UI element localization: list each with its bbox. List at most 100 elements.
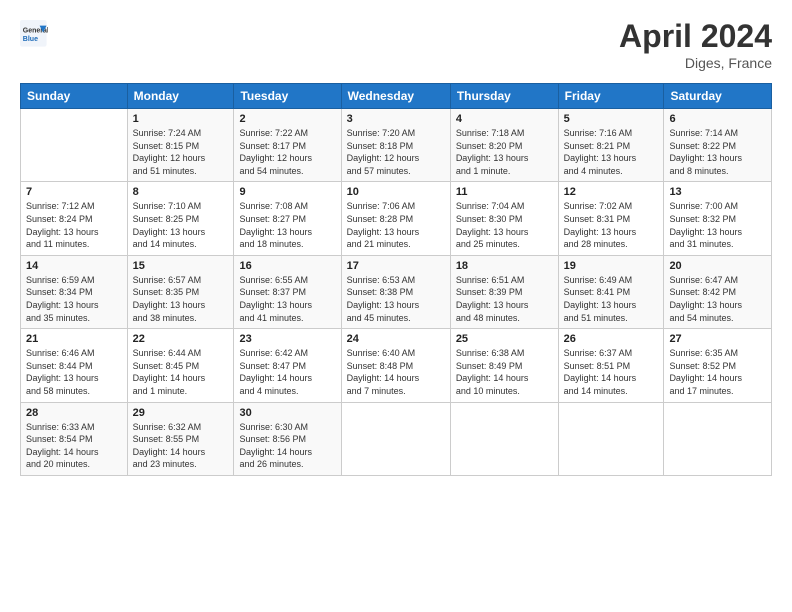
calendar-cell [21,109,128,182]
calendar-cell: 19 Sunrise: 6:49 AM Sunset: 8:41 PM Dayli… [558,255,664,328]
calendar-cell: 26 Sunrise: 6:37 AM Sunset: 8:51 PM Dayli… [558,329,664,402]
calendar-cell: 10 Sunrise: 7:06 AM Sunset: 8:28 PM Dayli… [341,182,450,255]
day-info: Sunrise: 6:32 AM Sunset: 8:55 PM Dayligh… [133,421,229,471]
day-info: Sunrise: 6:51 AM Sunset: 8:39 PM Dayligh… [456,274,553,324]
day-info: Sunrise: 6:37 AM Sunset: 8:51 PM Dayligh… [564,347,659,397]
header-saturday: Saturday [664,84,772,109]
day-number: 18 [456,260,553,272]
day-info: Sunrise: 6:35 AM Sunset: 8:52 PM Dayligh… [669,347,766,397]
day-info: Sunrise: 6:33 AM Sunset: 8:54 PM Dayligh… [26,421,122,471]
calendar-cell: 25 Sunrise: 6:38 AM Sunset: 8:49 PM Dayli… [450,329,558,402]
calendar-cell: 24 Sunrise: 6:40 AM Sunset: 8:48 PM Dayli… [341,329,450,402]
location-subtitle: Diges, France [619,55,772,71]
header-wednesday: Wednesday [341,84,450,109]
day-number: 15 [133,260,229,272]
calendar-cell: 1 Sunrise: 7:24 AM Sunset: 8:15 PM Daylig… [127,109,234,182]
day-number: 23 [239,333,335,345]
calendar-cell: 16 Sunrise: 6:55 AM Sunset: 8:37 PM Dayli… [234,255,341,328]
day-number: 28 [26,407,122,419]
calendar-cell: 11Sunrise: 7:04 AM Sunset: 8:30 PM Dayli… [450,182,558,255]
day-number: 26 [564,333,659,345]
calendar-cell: 23 Sunrise: 6:42 AM Sunset: 8:47 PM Dayli… [234,329,341,402]
day-number: 12 [564,186,659,198]
calendar-header-row: Sunday Monday Tuesday Wednesday Thursday… [21,84,772,109]
calendar-cell: 21 Sunrise: 6:46 AM Sunset: 8:44 PM Dayli… [21,329,128,402]
day-number: 14 [26,260,122,272]
calendar-cell: 17Sunrise: 6:53 AM Sunset: 8:38 PM Dayli… [341,255,450,328]
day-info: Sunrise: 7:08 AM Sunset: 8:27 PM Dayligh… [239,200,335,250]
calendar-week-row-0: 1 Sunrise: 7:24 AM Sunset: 8:15 PM Daylig… [21,109,772,182]
calendar-week-row-1: 7 Sunrise: 7:12 AM Sunset: 8:24 PM Daylig… [21,182,772,255]
calendar-cell: 27Sunrise: 6:35 AM Sunset: 8:52 PM Dayli… [664,329,772,402]
calendar-week-row-3: 21 Sunrise: 6:46 AM Sunset: 8:44 PM Dayli… [21,329,772,402]
day-info: Sunrise: 6:40 AM Sunset: 8:48 PM Dayligh… [347,347,445,397]
calendar-cell: 15 Sunrise: 6:57 AM Sunset: 8:35 PM Dayli… [127,255,234,328]
day-number: 5 [564,113,659,125]
day-info: Sunrise: 7:24 AM Sunset: 8:15 PM Dayligh… [133,127,229,177]
day-number: 13 [669,186,766,198]
day-number: 29 [133,407,229,419]
calendar-cell: 7 Sunrise: 7:12 AM Sunset: 8:24 PM Daylig… [21,182,128,255]
calendar-cell: 14 Sunrise: 6:59 AM Sunset: 8:34 PM Dayli… [21,255,128,328]
day-number: 4 [456,113,553,125]
day-info: Sunrise: 7:12 AM Sunset: 8:24 PM Dayligh… [26,200,122,250]
day-info: Sunrise: 7:02 AM Sunset: 8:31 PM Dayligh… [564,200,659,250]
day-info: Sunrise: 6:30 AM Sunset: 8:56 PM Dayligh… [239,421,335,471]
day-number: 6 [669,113,766,125]
day-info: Sunrise: 6:59 AM Sunset: 8:34 PM Dayligh… [26,274,122,324]
header-tuesday: Tuesday [234,84,341,109]
day-info: Sunrise: 6:47 AM Sunset: 8:42 PM Dayligh… [669,274,766,324]
day-number: 7 [26,186,122,198]
day-info: Sunrise: 6:49 AM Sunset: 8:41 PM Dayligh… [564,274,659,324]
day-info: Sunrise: 6:55 AM Sunset: 8:37 PM Dayligh… [239,274,335,324]
calendar-cell [664,402,772,475]
day-info: Sunrise: 7:10 AM Sunset: 8:25 PM Dayligh… [133,200,229,250]
day-info: Sunrise: 7:22 AM Sunset: 8:17 PM Dayligh… [239,127,335,177]
calendar-cell: 28 Sunrise: 6:33 AM Sunset: 8:54 PM Dayli… [21,402,128,475]
logo: General Blue [20,18,48,48]
day-info: Sunrise: 7:06 AM Sunset: 8:28 PM Dayligh… [347,200,445,250]
calendar-cell: 18 Sunrise: 6:51 AM Sunset: 8:39 PM Dayli… [450,255,558,328]
day-info: Sunrise: 6:38 AM Sunset: 8:49 PM Dayligh… [456,347,553,397]
day-info: Sunrise: 6:42 AM Sunset: 8:47 PM Dayligh… [239,347,335,397]
day-number: 9 [239,186,335,198]
day-info: Sunrise: 7:00 AM Sunset: 8:32 PM Dayligh… [669,200,766,250]
day-number: 10 [347,186,445,198]
day-info: Sunrise: 6:53 AM Sunset: 8:38 PM Dayligh… [347,274,445,324]
calendar-cell [341,402,450,475]
day-info: Sunrise: 7:18 AM Sunset: 8:20 PM Dayligh… [456,127,553,177]
day-info: Sunrise: 7:20 AM Sunset: 8:18 PM Dayligh… [347,127,445,177]
day-number: 21 [26,333,122,345]
calendar-cell: 29 Sunrise: 6:32 AM Sunset: 8:55 PM Dayli… [127,402,234,475]
day-info: Sunrise: 6:57 AM Sunset: 8:35 PM Dayligh… [133,274,229,324]
title-block: April 2024 Diges, France [619,18,772,71]
svg-text:Blue: Blue [23,36,38,43]
day-number: 30 [239,407,335,419]
day-info: Sunrise: 6:46 AM Sunset: 8:44 PM Dayligh… [26,347,122,397]
calendar-cell: 8 Sunrise: 7:10 AM Sunset: 8:25 PM Daylig… [127,182,234,255]
calendar-cell: 12 Sunrise: 7:02 AM Sunset: 8:31 PM Dayli… [558,182,664,255]
header-friday: Friday [558,84,664,109]
calendar-cell: 13 Sunrise: 7:00 AM Sunset: 8:32 PM Dayli… [664,182,772,255]
calendar-cell [450,402,558,475]
calendar-cell: 20 Sunrise: 6:47 AM Sunset: 8:42 PM Dayli… [664,255,772,328]
page: General Blue April 2024 Diges, France Su… [0,0,792,612]
header: General Blue April 2024 Diges, France [20,18,772,71]
day-number: 3 [347,113,445,125]
calendar-cell: 5Sunrise: 7:16 AM Sunset: 8:21 PM Daylig… [558,109,664,182]
calendar-week-row-2: 14 Sunrise: 6:59 AM Sunset: 8:34 PM Dayli… [21,255,772,328]
day-number: 8 [133,186,229,198]
day-number: 19 [564,260,659,272]
calendar-cell [558,402,664,475]
logo-icon: General Blue [20,20,48,48]
day-info: Sunrise: 6:44 AM Sunset: 8:45 PM Dayligh… [133,347,229,397]
day-number: 2 [239,113,335,125]
day-number: 1 [133,113,229,125]
calendar-cell: 22Sunrise: 6:44 AM Sunset: 8:45 PM Dayli… [127,329,234,402]
day-number: 25 [456,333,553,345]
day-number: 16 [239,260,335,272]
day-number: 20 [669,260,766,272]
day-number: 11 [456,186,553,198]
calendar-cell: 30 Sunrise: 6:30 AM Sunset: 8:56 PM Dayli… [234,402,341,475]
day-number: 24 [347,333,445,345]
